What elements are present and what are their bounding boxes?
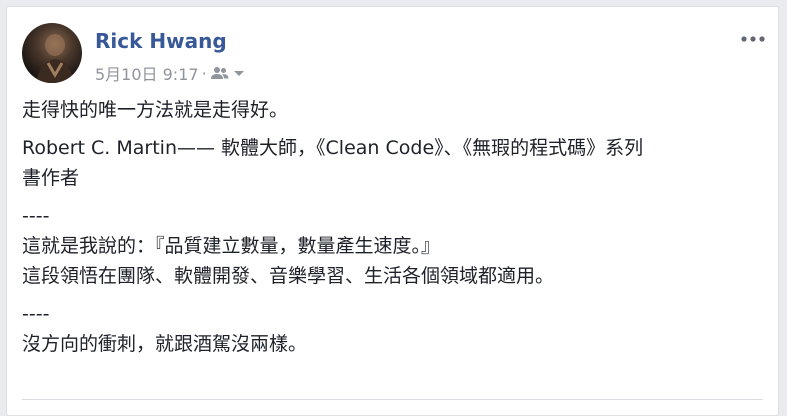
chevron-down-icon xyxy=(233,71,244,76)
post-line: ---- xyxy=(22,303,50,325)
meta-separator: · xyxy=(201,63,207,83)
post-line: 這段領悟在團隊、軟體開發、音樂學習、生活各個領域都適用。 xyxy=(22,265,555,287)
more-options-icon xyxy=(741,36,765,42)
post-timestamp[interactable]: 5月10日 9:17 xyxy=(95,61,199,85)
post-body: 走得快的唯一方法就是走得好。 Robert C. Martin—— 軟體大師，《… xyxy=(22,95,767,359)
author-name[interactable]: Rick Hwang xyxy=(95,29,227,53)
post-line: 沒方向的衝刺，就跟酒駕沒兩樣。 xyxy=(22,333,308,355)
post-line: Robert C. Martin—— 軟體大師，《Clean Code》、《無瑕… xyxy=(22,137,644,159)
avatar[interactable] xyxy=(22,23,82,83)
audience-selector[interactable] xyxy=(210,66,246,80)
post-card: Rick Hwang 5月10日 9:17 · 走得快的唯一方法就是走得好。 R… xyxy=(6,6,779,416)
more-options-button[interactable] xyxy=(740,31,766,45)
divider xyxy=(22,399,763,400)
post-meta: 5月10日 9:17 · xyxy=(95,61,246,85)
post-line: 走得快的唯一方法就是走得好。 xyxy=(22,99,289,121)
post-line: 書作者 xyxy=(22,167,80,189)
post-line: 這就是我說的：『品質建立數量，數量產生速度。』 xyxy=(22,235,441,257)
post-line: ---- xyxy=(22,205,50,227)
avatar-image xyxy=(36,34,74,83)
friends-icon xyxy=(210,67,229,79)
